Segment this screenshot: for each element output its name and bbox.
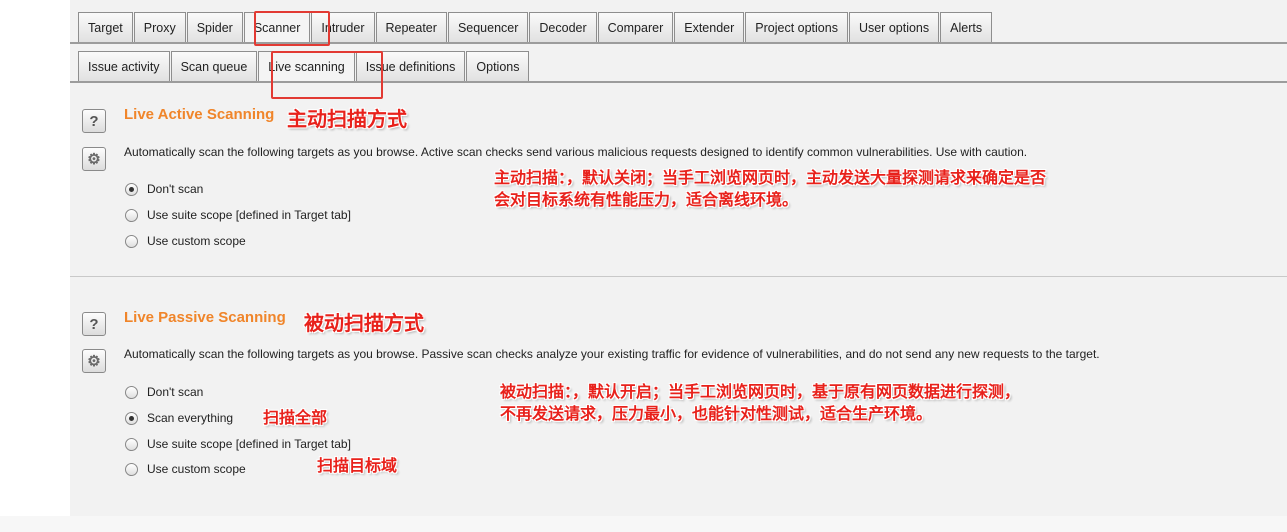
scanner-tab-underline [70, 81, 1287, 83]
passive-radio-suite-scope[interactable]: Use suite scope [defined in Target tab] [125, 437, 351, 451]
help-icon[interactable]: ? [82, 109, 106, 133]
main-tab-bar: Target Proxy Spider Scanner Intruder Rep… [78, 12, 993, 42]
tab-issue-definitions[interactable]: Issue definitions [355, 51, 466, 81]
live-active-description: Automatically scan the following targets… [124, 145, 1028, 159]
tab-decoder[interactable]: Decoder [529, 12, 597, 42]
tab-spider[interactable]: Spider [186, 12, 243, 42]
tab-repeater[interactable]: Repeater [375, 12, 447, 42]
tab-comparer[interactable]: Comparer [597, 12, 674, 42]
tab-project-options[interactable]: Project options [745, 12, 848, 42]
tab-target[interactable]: Target [78, 12, 133, 42]
live-active-scanning-title: Live Active Scanning [124, 106, 275, 123]
passive-radio-scan-everything[interactable]: Scan everything [125, 411, 233, 425]
radio-icon [125, 437, 138, 451]
passive-scan-annotation: 被动扫描方式 [304, 311, 424, 335]
radio-icon [125, 208, 138, 222]
radio-selected-icon [125, 182, 138, 196]
tab-options[interactable]: Options [466, 51, 530, 81]
help-icon[interactable]: ? [82, 312, 106, 336]
section-divider [70, 276, 1287, 277]
passive-scan-note-line2: 不再发送请求，压力最小，也能针对性测试，适合生产环境。 [500, 404, 933, 423]
radio-label: Scan everything [147, 411, 234, 425]
tab-proxy[interactable]: Proxy [133, 12, 186, 42]
radio-icon [125, 234, 138, 248]
gear-icon[interactable]: ⚙ [82, 349, 106, 373]
radio-label: Use custom scope [147, 462, 246, 476]
radio-label: Use custom scope [147, 234, 246, 248]
active-radio-custom-scope[interactable]: Use custom scope [125, 234, 246, 248]
radio-icon [125, 462, 138, 476]
radio-icon [125, 385, 138, 399]
tab-sequencer[interactable]: Sequencer [447, 12, 529, 42]
tab-extender[interactable]: Extender [674, 12, 745, 42]
gear-icon[interactable]: ⚙ [82, 147, 106, 171]
scanner-tab-bar: Issue activity Scan queue Live scanning … [78, 51, 530, 81]
active-scan-note-line1: 主动扫描：，默认关闭；当手工浏览网页时，主动发送大量探测请求来确定是否 [494, 168, 1047, 187]
radio-label: Use suite scope [defined in Target tab] [147, 208, 351, 222]
tab-alerts[interactable]: Alerts [940, 12, 993, 42]
live-passive-scanning-title: Live Passive Scanning [124, 309, 286, 326]
tab-issue-activity[interactable]: Issue activity [78, 51, 170, 81]
bottom-margin [0, 516, 1287, 532]
custom-scope-annotation: 扫描目标域 [317, 456, 398, 475]
active-scan-annotation: 主动扫描方式 [287, 107, 407, 131]
scan-everything-annotation: 扫描全部 [263, 408, 328, 427]
passive-scan-note-line1: 被动扫描：，默认开启；当手工浏览网页时，基于原有网页数据进行探测， [500, 382, 1021, 401]
tab-live-scanning[interactable]: Live scanning [258, 51, 355, 81]
main-tab-underline [70, 42, 1287, 44]
radio-selected-icon [125, 411, 138, 425]
radio-label: Use suite scope [defined in Target tab] [147, 437, 351, 451]
tab-user-options[interactable]: User options [848, 12, 940, 42]
passive-radio-dont-scan[interactable]: Don't scan [125, 385, 203, 399]
tab-scanner[interactable]: Scanner [243, 12, 311, 42]
tab-intruder[interactable]: Intruder [311, 12, 375, 42]
radio-label: Don't scan [147, 182, 204, 196]
radio-label: Don't scan [147, 385, 204, 399]
active-scan-note-line2: 会对目标系统有性能压力，适合离线环境。 [494, 190, 799, 209]
live-passive-description: Automatically scan the following targets… [124, 347, 1100, 361]
tab-scan-queue[interactable]: Scan queue [170, 51, 258, 81]
passive-radio-custom-scope[interactable]: Use custom scope [125, 462, 246, 476]
active-radio-dont-scan[interactable]: Don't scan [125, 182, 203, 196]
active-radio-suite-scope[interactable]: Use suite scope [defined in Target tab] [125, 208, 351, 222]
